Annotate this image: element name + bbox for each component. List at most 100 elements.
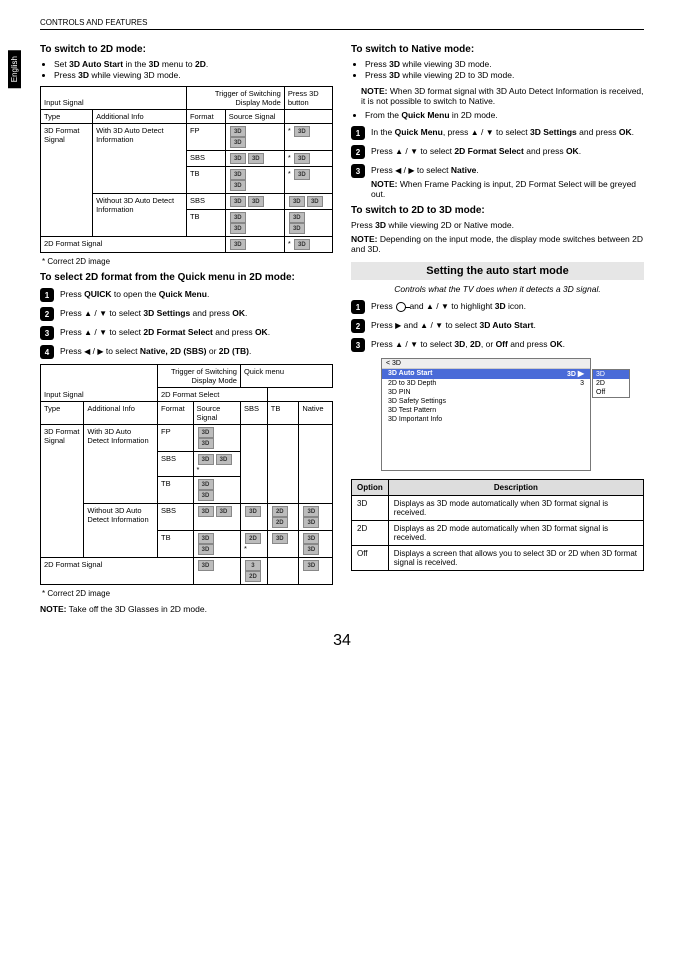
cell: 3D — [225, 237, 284, 253]
step-4: 4 Press ◀ / ▶ to select Native, 2D (SBS)… — [40, 345, 333, 359]
cell: 3D3D — [193, 531, 240, 558]
cell — [284, 110, 332, 124]
content-columns: To switch to 2D mode: Set 3D Auto Start … — [40, 38, 644, 618]
down-icon: ▼ — [99, 329, 107, 337]
cell: 3D3D — [225, 151, 284, 167]
step-number-icon: 2 — [40, 307, 54, 321]
step-c3: 3 Press ▲ / ▼ to select 3D, 2D, or Off a… — [351, 338, 644, 352]
icon-3d: 3D — [230, 212, 246, 223]
cell: 3D3D — [225, 124, 284, 151]
down-icon: ▼ — [410, 341, 418, 349]
icon-3d: 3D — [303, 506, 319, 517]
cell: 3D3D — [225, 194, 284, 210]
popup-row: 3D — [593, 370, 629, 379]
icon-2d: 2D — [272, 517, 288, 528]
cell: Format — [186, 110, 225, 124]
cell: Displays as 3D mode automatically when 3… — [388, 496, 643, 521]
up-icon: ▲ — [84, 310, 92, 318]
cell: Type — [41, 110, 93, 124]
cell — [267, 558, 299, 585]
cell: Without 3D Auto Detect Information — [93, 194, 187, 237]
cell: 3D — [267, 531, 299, 558]
icon-3d: 3D — [216, 506, 232, 517]
th-description: Description — [388, 480, 643, 496]
icon-3d: 3D — [198, 427, 214, 438]
up-icon: ▲ — [420, 322, 428, 330]
note-native: NOTE: When 3D format signal with 3D Auto… — [361, 86, 644, 106]
step-number-icon: 1 — [351, 300, 365, 314]
cell: TB — [186, 210, 225, 237]
step-text: Press QUICK to open the Quick Menu. — [60, 288, 333, 299]
icon-3d: 3D — [230, 126, 246, 137]
icon-3d: 3D — [198, 454, 214, 465]
cell: TB — [267, 402, 299, 425]
footnote-correct-2d-2: * Correct 2D image — [42, 589, 333, 598]
menu-popup: 3D 2D Off — [592, 369, 630, 398]
step-number-icon: 3 — [351, 338, 365, 352]
step-b3: 3 Press ◀ / ▶ to select Native. NOTE: Wh… — [351, 164, 644, 199]
icon-3d: 3D — [245, 506, 261, 517]
cell: 2D Format Signal — [41, 237, 226, 253]
up-icon: ▲ — [395, 341, 403, 349]
icon-3d: 3D — [198, 438, 214, 449]
cell: Press 3D button — [284, 87, 332, 110]
right-icon: ▶ — [578, 370, 584, 378]
step-text: Press ◀ / ▶ to select Native. NOTE: When… — [371, 164, 644, 199]
icon-3d: 3D — [289, 212, 305, 223]
cell: 2D * — [240, 531, 267, 558]
step-text: In the Quick Menu, press ▲ / ▼ to select… — [371, 126, 644, 137]
step-number-icon: 4 — [40, 345, 54, 359]
cell: * 3D — [284, 167, 332, 194]
down-icon: ▼ — [435, 322, 443, 330]
section-heading-band: Setting the auto start mode — [351, 262, 644, 280]
icon-3d: 3D — [248, 153, 264, 164]
list-item: Set 3D Auto Start in the 3D menu to 2D. — [54, 59, 333, 69]
list-item: Press 3D while viewing 3D mode. — [365, 59, 644, 69]
heading-native: To switch to Native mode: — [351, 44, 644, 55]
cell: 2D Format Signal — [41, 558, 194, 585]
cell: Native — [299, 402, 333, 425]
icon-3d: 3D — [303, 533, 319, 544]
icon-3d: 3D — [289, 223, 305, 234]
step-number-icon: 2 — [351, 319, 365, 333]
icon-3d: 3D — [294, 126, 310, 137]
up-icon: ▲ — [84, 329, 92, 337]
th-option: Option — [352, 480, 389, 496]
icon-3d: 3D — [294, 169, 310, 180]
icon-3d: 3D — [248, 196, 264, 207]
right-column: To switch to Native mode: Press 3D while… — [351, 38, 644, 618]
step-text: Press ▶ and ▲ / ▼ to select 3D Auto Star… — [371, 319, 644, 330]
cell: Type — [41, 402, 84, 425]
cell: 3D3D — [284, 210, 332, 237]
step-2: 2 Press ▲ / ▼ to select 3D Settings and … — [40, 307, 333, 321]
list-item: Press 3D while viewing 3D mode. — [54, 70, 333, 80]
step-1: 1 Press QUICK to open the Quick Menu. — [40, 288, 333, 302]
down-icon: ▼ — [410, 148, 418, 156]
icon-2d: 2D — [245, 533, 261, 544]
step-text: Press ▲ / ▼ to select 3D Settings and pr… — [60, 307, 333, 318]
bullet-list-native-2: From the Quick Menu in 2D mode. — [351, 110, 644, 120]
list-item: From the Quick Menu in 2D mode. — [365, 110, 644, 120]
step-3: 3 Press ▲ / ▼ to select 2D Format Select… — [40, 326, 333, 340]
table-2: Input Signal Trigger of Switching Displa… — [40, 364, 333, 585]
menu-row: 3D PIN — [382, 388, 590, 397]
list-item: Press 3D while viewing 2D to 3D mode. — [365, 70, 644, 80]
cell: Input Signal — [41, 87, 187, 110]
note-2d3d: NOTE: Depending on the input mode, the d… — [351, 234, 644, 254]
heading-2d-to-3d: To switch to 2D to 3D mode: — [351, 205, 644, 216]
cell: * 3D — [284, 237, 332, 253]
bullet-list-1: Set 3D Auto Start in the 3D menu to 2D. … — [40, 59, 333, 80]
page-number: 34 — [40, 632, 644, 650]
language-tab: English — [8, 50, 21, 88]
cell: Source Signal — [225, 110, 284, 124]
cell: Off — [352, 546, 389, 571]
cell: 3D3D — [193, 477, 240, 504]
menu-row-selected: 3D Auto Start 3D ▶ — [382, 369, 590, 379]
cell: 3D3D — [299, 531, 333, 558]
up-icon: ▲ — [395, 148, 403, 156]
icon-2d: 2D — [245, 571, 261, 582]
icon-3d: 3D — [198, 560, 214, 571]
down-icon: ▼ — [99, 310, 107, 318]
cell: TB — [186, 167, 225, 194]
menu-blank — [382, 424, 590, 470]
